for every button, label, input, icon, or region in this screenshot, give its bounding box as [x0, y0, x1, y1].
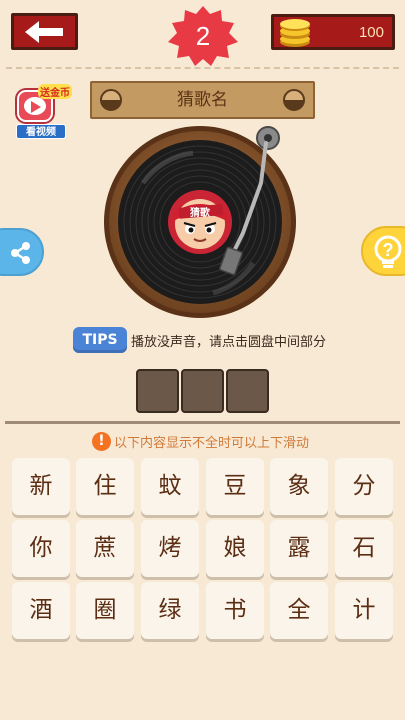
top-bar: 2 100	[0, 0, 405, 66]
level-badge: 2	[164, 4, 242, 68]
level-number: 2	[195, 20, 211, 51]
coin-count: 100	[358, 24, 384, 41]
watch-video-button[interactable]: 送金币 看视频	[12, 84, 74, 140]
tips-text: 播放没声音，请点击圆盘中间部分	[131, 335, 327, 350]
warning-icon: !	[92, 431, 111, 451]
character-tile[interactable]: 分	[335, 458, 393, 515]
answer-slot[interactable]	[226, 369, 269, 413]
coin-stack-icon	[280, 19, 310, 47]
character-tile[interactable]: 豆	[206, 458, 264, 515]
back-button[interactable]	[11, 13, 78, 50]
gift-coins-label: 送金币	[38, 84, 72, 99]
character-tile[interactable]: 绿	[141, 582, 199, 639]
character-tile[interactable]: 酒	[12, 582, 70, 639]
arrow-left-icon	[24, 20, 63, 43]
character-tile[interactable]: 露	[270, 520, 328, 577]
record-label: 猜歌	[189, 206, 211, 219]
puzzle-title: 猜歌名	[177, 90, 228, 110]
character-tile[interactable]: 娘	[206, 520, 264, 577]
character-tile[interactable]: 新	[12, 458, 70, 515]
character-tile[interactable]: 圈	[76, 582, 134, 639]
record-center-button[interactable]: 猜歌	[168, 190, 232, 254]
character-tile[interactable]: 蚊	[141, 458, 199, 515]
puzzle-title-banner: 猜歌名	[90, 81, 315, 119]
watch-video-label: 看视频	[16, 124, 66, 139]
answer-slot[interactable]	[136, 369, 179, 413]
record-player[interactable]: 猜歌	[103, 123, 303, 323]
scroll-hint-text: 以下内容显示不全时可以上下滑动	[114, 435, 310, 451]
character-tile[interactable]: 烤	[141, 520, 199, 577]
share-icon	[11, 242, 30, 264]
character-tile[interactable]: 书	[206, 582, 264, 639]
hint-button[interactable]: ?	[361, 226, 405, 276]
character-tile[interactable]: 计	[335, 582, 393, 639]
character-tile[interactable]: 全	[270, 582, 328, 639]
section-divider	[5, 421, 400, 424]
character-tile[interactable]: 象	[270, 458, 328, 515]
character-tile[interactable]: 住	[76, 458, 134, 515]
scroll-hint: ! 以下内容显示不全时可以上下滑动	[92, 431, 352, 451]
character-tile[interactable]: 石	[335, 520, 393, 577]
character-tile[interactable]: 蔗	[76, 520, 134, 577]
share-button[interactable]	[0, 228, 44, 276]
svg-text:?: ?	[383, 240, 394, 260]
character-tile[interactable]: 你	[12, 520, 70, 577]
tips-badge: TIPS	[73, 327, 127, 353]
right-knob	[283, 89, 305, 111]
lightbulb-icon: ?	[374, 235, 402, 268]
coin-balance[interactable]: 100	[271, 14, 395, 50]
header-divider	[6, 67, 399, 69]
answer-slot[interactable]	[181, 369, 224, 413]
